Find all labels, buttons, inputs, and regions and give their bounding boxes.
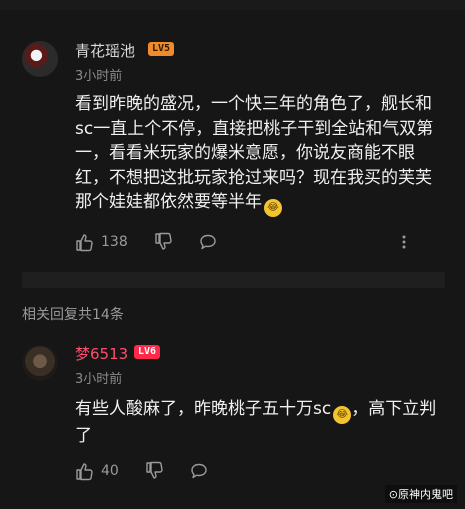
like-button[interactable]: 40	[75, 460, 119, 482]
avatar[interactable]	[22, 345, 58, 381]
more-vertical-icon	[402, 235, 406, 249]
comment-time: 3小时前	[75, 372, 123, 387]
crying-laughing-emoji: 😂	[264, 199, 282, 217]
comment-bubble-icon	[200, 234, 216, 250]
username[interactable]: 青花瑶池	[75, 40, 135, 61]
comment-actions: 40	[75, 460, 445, 482]
avatar[interactable]	[22, 41, 58, 77]
comment-text: 有些人酸麻了，昨晚桃子五十万sc 😂 ，高下立判了	[75, 397, 445, 449]
like-count: 40	[101, 463, 119, 479]
dislike-button[interactable]	[154, 231, 174, 253]
top-edge-bar	[0, 0, 465, 10]
dislike-button[interactable]	[145, 460, 165, 482]
level-badge: LV5	[148, 42, 175, 56]
like-count: 138	[101, 234, 128, 250]
reply-button[interactable]	[189, 460, 209, 482]
watermark: ⊙原神内鬼吧	[384, 485, 457, 503]
thumbs-up-icon	[76, 234, 93, 252]
thumbs-up-icon	[76, 463, 93, 481]
comment-text: 看到昨晚的盛况，一个快三年的角色了，舰长和sc一直上个不停，直接把桃子干到全站和…	[75, 92, 445, 217]
crying-laughing-emoji: 😂	[333, 406, 352, 424]
comment-text-body: 看到昨晚的盛况，一个快三年的角色了，舰长和sc一直上个不停，直接把桃子干到全站和…	[75, 94, 434, 212]
like-button[interactable]: 138	[75, 231, 128, 253]
more-options-button[interactable]	[400, 231, 408, 253]
thumbs-down-icon	[155, 232, 172, 250]
section-divider	[22, 272, 445, 288]
replies-count-label: 相关回复共14条	[22, 307, 124, 323]
comment-bubble-icon	[191, 463, 207, 479]
reply-button[interactable]	[198, 231, 218, 253]
comment-time: 3小时前	[75, 69, 123, 84]
level-badge: LV6	[134, 345, 161, 359]
comment-actions: 138	[75, 231, 445, 253]
comment-text-part-1: 有些人酸麻了，昨晚桃子五十万sc	[75, 399, 332, 419]
username[interactable]: 梦6513	[75, 343, 128, 364]
thumbs-down-icon	[146, 461, 163, 479]
